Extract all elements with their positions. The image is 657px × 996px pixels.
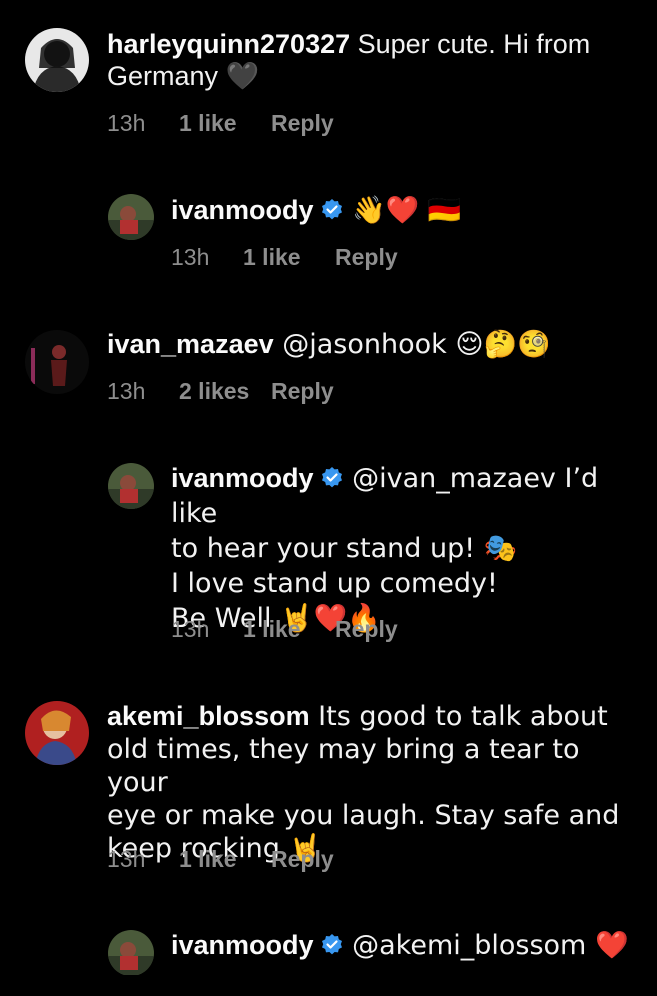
- bottom-edge: [0, 975, 657, 996]
- likes-count[interactable]: 2 likes: [179, 377, 271, 405]
- comment-meta: 13h 1 like Reply: [171, 243, 398, 271]
- likes-count[interactable]: 1 like: [179, 845, 271, 873]
- username-link[interactable]: ivanmoody: [171, 195, 314, 225]
- comment-meta: 13h 1 like Reply: [107, 845, 334, 873]
- timestamp: 13h: [107, 846, 146, 872]
- comment-body: ivanmoody @ivan_mazaev I’d like to hear …: [171, 461, 641, 636]
- avatar[interactable]: [108, 194, 154, 240]
- reply-button[interactable]: Reply: [335, 615, 398, 643]
- avatar-image: [25, 701, 89, 765]
- username-link[interactable]: ivanmoody: [171, 930, 314, 960]
- likes-count[interactable]: 1 like: [243, 615, 335, 643]
- avatar-image: [108, 930, 154, 975]
- timestamp: 13h: [107, 378, 146, 404]
- avatar[interactable]: [108, 463, 154, 509]
- comment-body: harleyquinn270327 Super cute. Hi from Ge…: [107, 28, 637, 92]
- comment-text: 👋❤️ 🇩🇪: [343, 195, 462, 226]
- username-link[interactable]: ivan_mazaev: [107, 329, 274, 359]
- verified-badge-icon: [321, 934, 342, 955]
- avatar[interactable]: [25, 701, 89, 765]
- avatar-image: [25, 330, 89, 394]
- reply-button[interactable]: Reply: [271, 845, 334, 873]
- comment-body: ivanmoody 👋❤️ 🇩🇪: [171, 194, 631, 227]
- comment-text: @akemi_blossom ❤️: [343, 930, 629, 961]
- comment-body: ivanmoody @akemi_blossom ❤️: [171, 929, 641, 962]
- comment-body: ivan_mazaev @jasonhook 😌🤔🧐: [107, 328, 637, 361]
- comment-thread: harleyquinn270327 Super cute. Hi from Ge…: [0, 0, 657, 975]
- avatar[interactable]: [25, 28, 89, 92]
- username-link[interactable]: akemi_blossom: [107, 701, 310, 731]
- comment-text: @jasonhook 😌🤔🧐: [273, 329, 551, 360]
- username-link[interactable]: ivanmoody: [171, 463, 314, 493]
- avatar[interactable]: [25, 330, 89, 394]
- reply-button[interactable]: Reply: [271, 109, 334, 137]
- avatar-image: [108, 194, 154, 240]
- avatar-image: [108, 463, 154, 509]
- comment-body: akemi_blossom Its good to talk about old…: [107, 700, 642, 865]
- username-link[interactable]: harleyquinn270327: [107, 29, 350, 59]
- timestamp: 13h: [171, 244, 210, 270]
- avatar[interactable]: [108, 930, 154, 975]
- likes-count[interactable]: 1 like: [179, 109, 271, 137]
- comment-meta: 13h 1 like Reply: [171, 615, 398, 643]
- comment-meta: 13h 1 like Reply: [107, 109, 334, 137]
- timestamp: 13h: [107, 110, 146, 136]
- avatar-image: [25, 28, 89, 92]
- likes-count[interactable]: 1 like: [243, 243, 335, 271]
- reply-button[interactable]: Reply: [271, 377, 334, 405]
- verified-badge-icon: [321, 199, 342, 220]
- verified-badge-icon: [321, 467, 342, 488]
- timestamp: 13h: [171, 616, 210, 642]
- comment-meta: 13h 2 likes Reply: [107, 377, 334, 405]
- reply-button[interactable]: Reply: [335, 243, 398, 271]
